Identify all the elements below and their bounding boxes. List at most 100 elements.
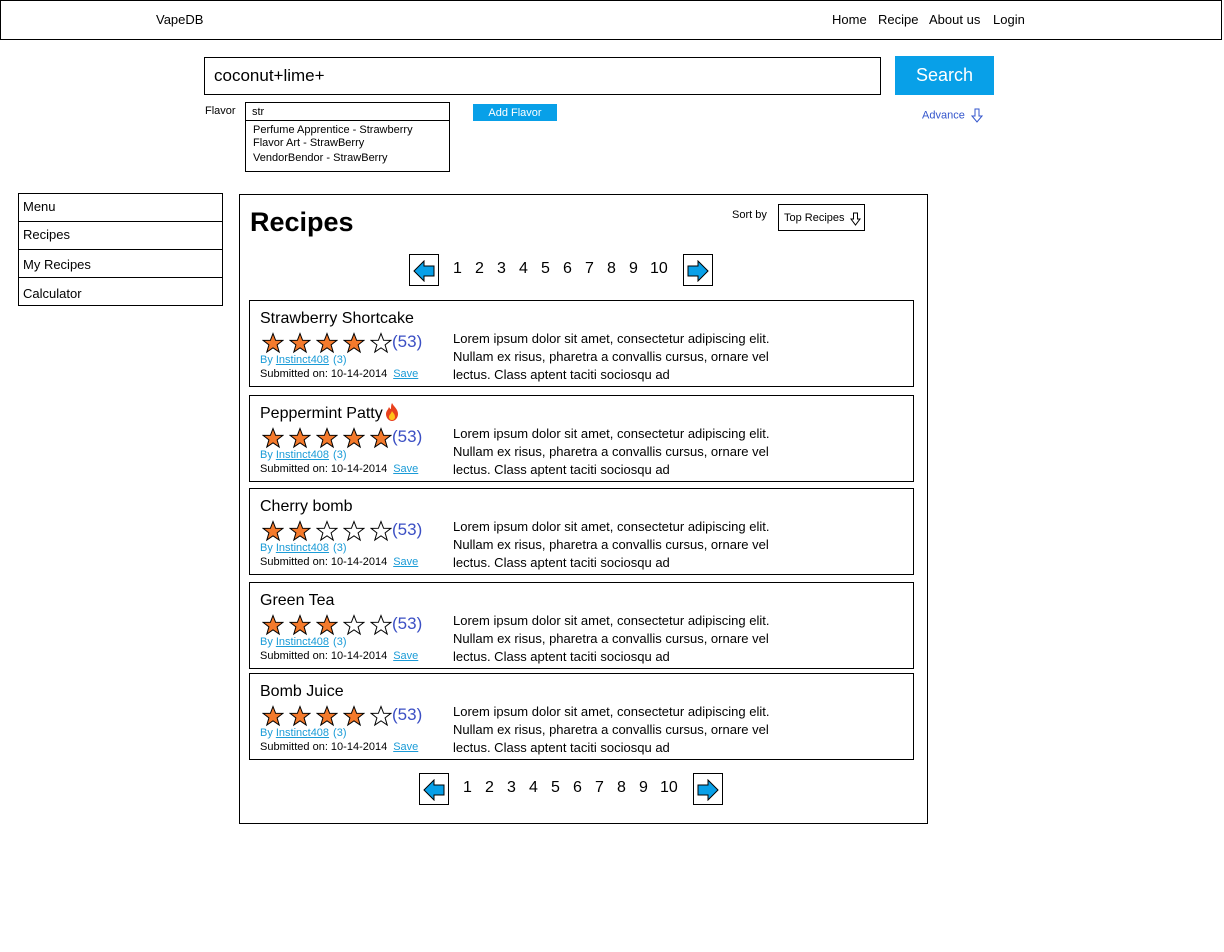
save-link[interactable]: Save [393,741,418,753]
pagination-page-10[interactable]: 10 [650,260,668,278]
pagination-page-1[interactable]: 1 [463,779,472,797]
author-line: By Instinct408 (3) [260,354,347,366]
save-link[interactable]: Save [393,556,418,568]
submitted-line: Submitted on: 10-14-2014 Save [260,556,418,568]
pagination-page-4[interactable]: 4 [519,260,528,278]
recipe-description: Lorem ipsum dolor sit amet, consectetur … [453,704,770,755]
arrow-left-icon [423,779,445,801]
search-button[interactable]: Search [895,56,994,95]
recipe-description: Lorem ipsum dolor sit amet, consectetur … [453,613,770,664]
nav-link-recipe[interactable]: Recipe [878,12,918,27]
recipe-card[interactable]: Cherry bomb (53) By Instinct408 (3) Submitted… [249,488,914,575]
star-filled-icon [262,427,284,449]
pagination-page-2[interactable]: 2 [475,260,484,278]
recipe-name: Strawberry Shortcake [260,310,414,327]
by-label: By [260,449,273,461]
pagination-page-4[interactable]: 4 [529,779,538,797]
pagination-page-1[interactable]: 1 [453,260,462,278]
pagination-page-9[interactable]: 9 [629,260,638,278]
pagination-top: 1 2 3 4 5 6 7 8 9 10 [409,254,716,288]
save-link[interactable]: Save [393,368,418,380]
recipe-title[interactable]: Peppermint Patty [260,403,399,423]
by-label: By [260,542,273,554]
recipe-title[interactable]: Green Tea [260,592,334,610]
recipe-description: Lorem ipsum dolor sit amet, consectetur … [453,331,770,382]
recipe-description: Lorem ipsum dolor sit amet, consectetur … [453,426,770,477]
pagination-page-8[interactable]: 8 [617,779,626,797]
sidebar-item-calculator[interactable]: Calculator [18,277,223,306]
recipe-card[interactable]: Strawberry Shortcake (53) By Instinct408 (3)… [249,300,914,387]
star-empty-icon [370,520,392,542]
pagination-page-7[interactable]: 7 [595,779,604,797]
recipe-title[interactable]: Bomb Juice [260,683,344,701]
pagination-page-6[interactable]: 6 [573,779,582,797]
pagination-next-button[interactable] [693,773,723,805]
save-link[interactable]: Save [393,463,418,475]
star-filled-icon [289,614,311,636]
advanced-search-toggle[interactable]: Advance [922,108,983,123]
pagination-prev-button[interactable] [409,254,439,286]
recipe-title[interactable]: Strawberry Shortcake [260,310,414,328]
author-link[interactable]: Instinct408 [276,636,329,648]
pagination-page-9[interactable]: 9 [639,779,648,797]
star-filled-icon [316,705,338,727]
nav-link-home[interactable]: Home [832,12,867,27]
sidebar-item-my-recipes[interactable]: My Recipes [18,249,223,278]
search-input[interactable] [204,57,881,95]
recipe-card[interactable]: Green Tea (53) By Instinct408 (3) Submitted o… [249,582,914,669]
flavor-suggestion[interactable]: Perfume Apprentice - Strawberry [253,124,413,136]
recipe-card[interactable]: Peppermint Patty (53) By Instinct408 (3) Subm… [249,395,914,482]
submitted-date: Submitted on: 10-14-2014 [260,556,388,568]
save-link[interactable]: Save [393,650,418,662]
pagination-bottom: 1 2 3 4 5 6 7 8 9 10 [419,773,726,807]
star-empty-icon [343,520,365,542]
author-line: By Instinct408 (3) [260,636,347,648]
star-filled-icon [343,332,365,354]
pagination-page-6[interactable]: 6 [563,260,572,278]
arrow-left-icon [413,260,435,282]
submitted-date: Submitted on: 10-14-2014 [260,368,388,380]
author-line: By Instinct408 (3) [260,542,347,554]
flavor-input[interactable] [246,103,449,121]
nav-link-about-us[interactable]: About us [929,12,980,27]
pagination-page-10[interactable]: 10 [660,779,678,797]
recipe-card[interactable]: Bomb Juice (53) By Instinct408 (3) Submitted … [249,673,914,760]
star-empty-icon [370,705,392,727]
down-arrow-icon [970,108,983,123]
author-link[interactable]: Instinct408 [276,727,329,739]
recipe-name: Peppermint Patty [260,405,383,422]
advance-label: Advance [922,109,965,122]
flavor-suggestion[interactable]: Flavor Art - StrawBerry [253,137,364,149]
pagination-page-3[interactable]: 3 [507,779,516,797]
submitted-line: Submitted on: 10-14-2014 Save [260,368,418,380]
rating-count: (53) [392,427,423,446]
pagination-page-5[interactable]: 5 [551,779,560,797]
recipe-title[interactable]: Cherry bomb [260,498,352,516]
submitted-date: Submitted on: 10-14-2014 [260,463,388,475]
recipe-name: Bomb Juice [260,683,344,700]
star-empty-icon [370,614,392,636]
add-flavor-button[interactable]: Add Flavor [473,104,557,121]
pagination-page-7[interactable]: 7 [585,260,594,278]
pagination-prev-button[interactable] [419,773,449,805]
pagination-page-3[interactable]: 3 [497,260,506,278]
sidebar-item-menu: Menu [18,193,223,222]
author-link[interactable]: Instinct408 [276,354,329,366]
sort-value: Top Recipes [784,212,845,224]
pagination-page-8[interactable]: 8 [607,260,616,278]
submitted-date: Submitted on: 10-14-2014 [260,741,388,753]
submitted-line: Submitted on: 10-14-2014 Save [260,463,418,475]
brand-logo[interactable]: VapeDB [156,12,203,27]
author-link[interactable]: Instinct408 [276,449,329,461]
by-label: By [260,727,273,739]
top-nav-bar: VapeDB Home Recipe About us Login [0,0,1222,40]
flavor-suggestion[interactable]: VendorBendor - StrawBerry [253,152,388,164]
pagination-page-2[interactable]: 2 [485,779,494,797]
pagination-next-button[interactable] [683,254,713,286]
nav-link-login[interactable]: Login [993,12,1025,27]
sort-select[interactable]: Top Recipes [778,204,865,231]
pagination-page-5[interactable]: 5 [541,260,550,278]
rating-count: (53) [392,614,423,633]
author-link[interactable]: Instinct408 [276,542,329,554]
sidebar-item-recipes[interactable]: Recipes [18,221,223,250]
